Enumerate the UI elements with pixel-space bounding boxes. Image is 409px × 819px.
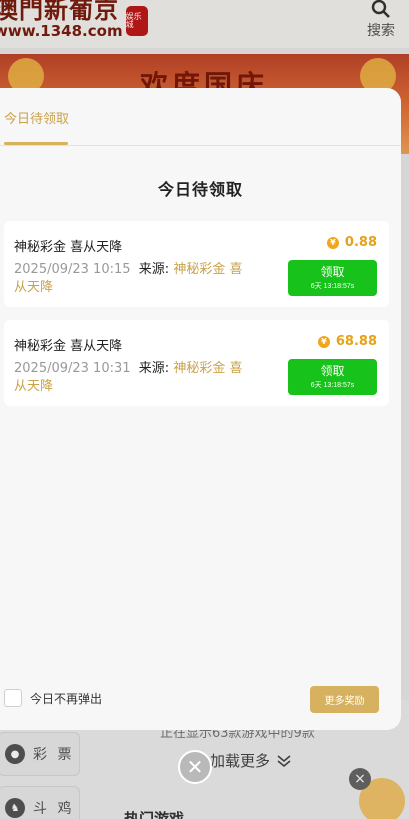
- coin-icon: ¥: [326, 236, 339, 249]
- claim-button[interactable]: 领取 6天 13:18:57s: [288, 359, 377, 395]
- reward-amount: ¥ 68.88: [317, 334, 377, 349]
- dont-show-label[interactable]: 今日不再弹出: [30, 690, 102, 707]
- dont-show-checkbox[interactable]: [4, 689, 22, 707]
- tab-underline: [4, 142, 68, 145]
- reward-name: 神秘彩金 喜从天降: [14, 240, 123, 255]
- claim-label: 领取: [320, 363, 345, 378]
- tab-today-pending[interactable]: 今日待领取: [4, 108, 69, 127]
- more-rewards-label: 更多奖励: [324, 696, 365, 707]
- close-icon[interactable]: ✕: [178, 750, 212, 784]
- reward-amount: ¥ 0.88: [326, 235, 377, 250]
- reward-source-label: 来源:: [138, 361, 170, 376]
- reward-meta: 2025/09/23 10:31 来源: 神秘彩金 喜从天降: [14, 360, 252, 396]
- claim-timer: 6天 13:18:57s: [310, 282, 355, 290]
- reward-amount-value: 68.88: [335, 334, 377, 349]
- reward-name: 神秘彩金 喜从天降: [14, 339, 123, 354]
- reward-card: 神秘彩金 喜从天降 ¥ 68.88 2025/09/23 10:31 来源: 神…: [4, 320, 389, 406]
- claim-button[interactable]: 领取 6天 13:18:57s: [288, 260, 377, 296]
- reward-amount-value: 0.88: [344, 235, 377, 250]
- claim-timer: 6天 13:18:57s: [310, 381, 355, 389]
- modal-title: 今日待领取: [157, 180, 243, 199]
- reward-card: 神秘彩金 喜从天降 ¥ 0.88 2025/09/23 10:15 来源: 神秘…: [4, 221, 389, 307]
- more-rewards-button[interactable]: 更多奖励: [310, 686, 379, 713]
- reward-datetime: 2025/09/23 10:31: [14, 361, 131, 376]
- reward-modal: 今日待领取 今日待领取 神秘彩金 喜从天降 ¥ 0.88 2025/09/23 …: [0, 88, 401, 730]
- modal-footer: 今日不再弹出 更多奖励: [0, 674, 401, 722]
- reward-datetime: 2025/09/23 10:15: [14, 262, 131, 277]
- reward-meta: 2025/09/23 10:15 来源: 神秘彩金 喜从天降: [14, 261, 252, 297]
- coin-icon: ¥: [317, 335, 330, 348]
- claim-label: 领取: [320, 264, 345, 279]
- modal-tab-bar: 今日待领取: [0, 88, 401, 146]
- reward-source-label: 来源:: [138, 262, 170, 277]
